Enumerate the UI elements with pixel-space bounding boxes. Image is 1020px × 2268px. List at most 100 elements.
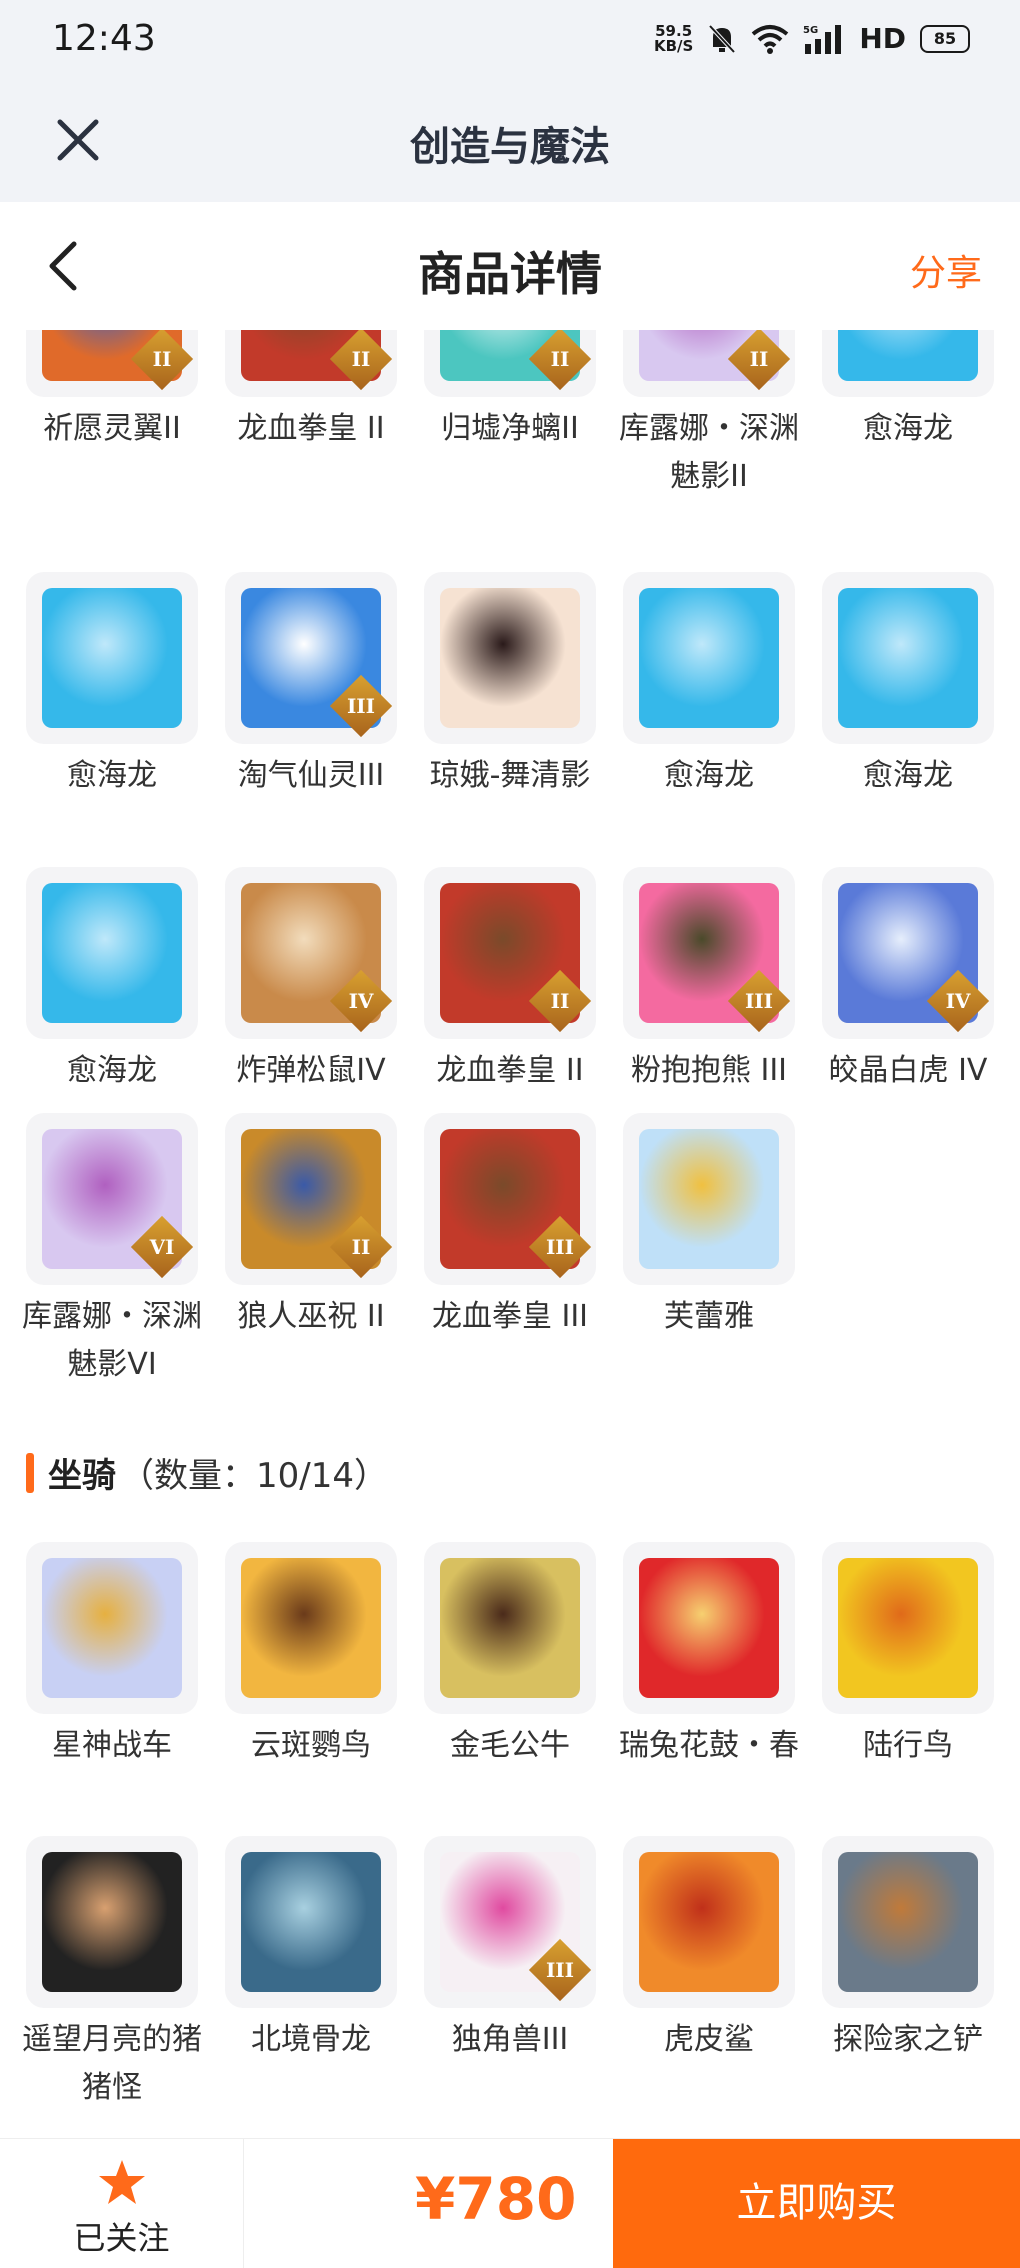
- item-thumbnail[interactable]: IV: [822, 867, 994, 1039]
- item-label: 虎皮鲨: [664, 2022, 754, 2057]
- grid-item[interactable]: 芙蕾雅: [623, 1113, 795, 1341]
- item-thumbnail[interactable]: III: [623, 867, 795, 1039]
- item-thumbnail[interactable]: IV: [225, 867, 397, 1039]
- section-name: 坐骑: [48, 1456, 116, 1496]
- item-thumbnail[interactable]: [225, 1836, 397, 2008]
- item-thumbnail[interactable]: [623, 1542, 795, 1714]
- item-label: 独角兽III: [451, 2022, 569, 2057]
- grid-item[interactable]: III 粉抱抱熊 III: [623, 867, 795, 1095]
- grid-item[interactable]: IV 皎晶白虎 IV: [822, 867, 994, 1095]
- item-thumbnail[interactable]: [822, 1836, 994, 2008]
- level-badge: II: [329, 1215, 393, 1279]
- grid-item[interactable]: 琼娥-舞清影: [424, 572, 596, 800]
- item-thumbnail[interactable]: II: [424, 867, 596, 1039]
- item-thumbnail[interactable]: [822, 330, 994, 397]
- grid-item[interactable]: 愈海龙: [26, 867, 198, 1095]
- grid-item[interactable]: 愈海龙: [26, 572, 198, 800]
- level-badge: III: [329, 674, 393, 738]
- item-label: 星神战车: [52, 1728, 172, 1763]
- item-label: 愈海龙: [863, 758, 953, 793]
- item-thumbnail[interactable]: II: [26, 330, 198, 397]
- grid-item[interactable]: II 祈愿灵翼II: [26, 330, 198, 453]
- level-badge-text: II: [152, 347, 172, 371]
- item-label: 狼人巫祝 II: [237, 1299, 385, 1334]
- item-thumbnail[interactable]: [623, 1113, 795, 1285]
- rabbit-drum-icon: [639, 1558, 779, 1698]
- item-label: 愈海龙: [67, 758, 157, 793]
- item-thumbnail[interactable]: II: [623, 330, 795, 397]
- item-label: 龙血拳皇 II: [436, 1053, 584, 1088]
- item-label: 祈愿灵翼II: [43, 411, 181, 446]
- grid-item[interactable]: II 龙血拳皇 II: [424, 867, 596, 1095]
- item-thumbnail[interactable]: II: [225, 1113, 397, 1285]
- grid-item[interactable]: 愈海龙: [623, 572, 795, 800]
- item-thumbnail[interactable]: [623, 1836, 795, 2008]
- level-badge-text: III: [346, 694, 376, 718]
- follow-button[interactable]: 已关注: [0, 2139, 244, 2268]
- item-thumbnail[interactable]: [26, 1542, 198, 1714]
- item-thumbnail[interactable]: III: [424, 1113, 596, 1285]
- grid-item[interactable]: 瑞兔花鼓・春: [619, 1542, 799, 1770]
- grid-item[interactable]: III 龙血拳皇 III: [424, 1113, 596, 1341]
- price: ¥780: [415, 2165, 577, 2233]
- page-header: 商品详情 分享: [0, 202, 1020, 330]
- grid-item[interactable]: 金毛公牛: [424, 1542, 596, 1770]
- item-label: 库露娜・深渊魅影VI: [22, 1299, 202, 1382]
- item-label: 金毛公牛: [450, 1728, 570, 1763]
- level-badge: IV: [329, 969, 393, 1033]
- item-thumbnail[interactable]: [822, 572, 994, 744]
- item-thumbnail[interactable]: II: [424, 330, 596, 397]
- item-thumbnail[interactable]: III: [225, 572, 397, 744]
- grid-item[interactable]: II 库露娜・深渊魅影II: [619, 330, 799, 501]
- grid-item[interactable]: II 归墟净螭II: [424, 330, 596, 453]
- grid-item[interactable]: 探险家之铲: [822, 1836, 994, 2064]
- grid-item[interactable]: 愈海龙: [822, 330, 994, 453]
- grid-item[interactable]: 云斑鹦鸟: [225, 1542, 397, 1770]
- grid-item[interactable]: 遥望月亮的猪猪怪: [22, 1836, 202, 2112]
- item-label: 芙蕾雅: [664, 1299, 754, 1334]
- level-badge-text: II: [550, 989, 570, 1013]
- level-badge-text: II: [351, 347, 371, 371]
- share-button[interactable]: 分享: [910, 244, 982, 296]
- grid-item[interactable]: 北境骨龙: [225, 1836, 397, 2064]
- item-thumbnail[interactable]: [424, 572, 596, 744]
- grid-item[interactable]: 星神战车: [26, 1542, 198, 1770]
- item-thumbnail[interactable]: VI: [26, 1113, 198, 1285]
- grid-item[interactable]: III 淘气仙灵III: [225, 572, 397, 800]
- sea-dragon-icon: [838, 330, 978, 381]
- grid-item[interactable]: VI 库露娜・深渊魅影VI: [22, 1113, 202, 1389]
- item-thumbnail[interactable]: [623, 572, 795, 744]
- item-thumbnail[interactable]: [822, 1542, 994, 1714]
- level-badge: VI: [130, 1215, 194, 1279]
- level-badge-text: III: [545, 1958, 575, 1982]
- item-list[interactable]: II 祈愿灵翼II II 龙血拳皇 II II 归墟净螭II II 库露娜・深渊魅影II 愈海龙…: [0, 330, 1020, 2138]
- bottom-bar: 已关注 ¥780 立即购买: [0, 2138, 1020, 2268]
- buy-now-button[interactable]: 立即购买: [613, 2139, 1020, 2268]
- level-badge-text: II: [749, 347, 769, 371]
- level-badge: II: [130, 330, 194, 391]
- item-label: 淘气仙灵III: [237, 758, 385, 793]
- status-icons: 59.5 KB/S 5G HD 85: [654, 22, 970, 55]
- item-thumbnail[interactable]: [424, 1542, 596, 1714]
- svg-text:5G: 5G: [803, 25, 818, 36]
- item-thumbnail[interactable]: [225, 1542, 397, 1714]
- star-chariot-icon: [42, 1558, 182, 1698]
- golden-bull-icon: [440, 1558, 580, 1698]
- item-thumbnail[interactable]: II: [225, 330, 397, 397]
- grid-item[interactable]: 愈海龙: [822, 572, 994, 800]
- grid-item[interactable]: 陆行鸟: [822, 1542, 994, 1770]
- land-bird-icon: [838, 1558, 978, 1698]
- grid-item[interactable]: II 龙血拳皇 II: [225, 330, 397, 453]
- item-thumbnail[interactable]: III: [424, 1836, 596, 2008]
- grid-item[interactable]: II 狼人巫祝 II: [225, 1113, 397, 1341]
- item-label: 北境骨龙: [251, 2022, 371, 2057]
- item-thumbnail[interactable]: [26, 867, 198, 1039]
- sea-dragon-icon: [639, 588, 779, 728]
- grid-item[interactable]: IV 炸弹松鼠IV: [225, 867, 397, 1095]
- level-badge: III: [727, 969, 791, 1033]
- item-thumbnail[interactable]: [26, 1836, 198, 2008]
- grid-item[interactable]: III 独角兽III: [424, 1836, 596, 2064]
- net-speed: 59.5 KB/S: [653, 21, 694, 55]
- grid-item[interactable]: 虎皮鲨: [623, 1836, 795, 2064]
- item-thumbnail[interactable]: [26, 572, 198, 744]
